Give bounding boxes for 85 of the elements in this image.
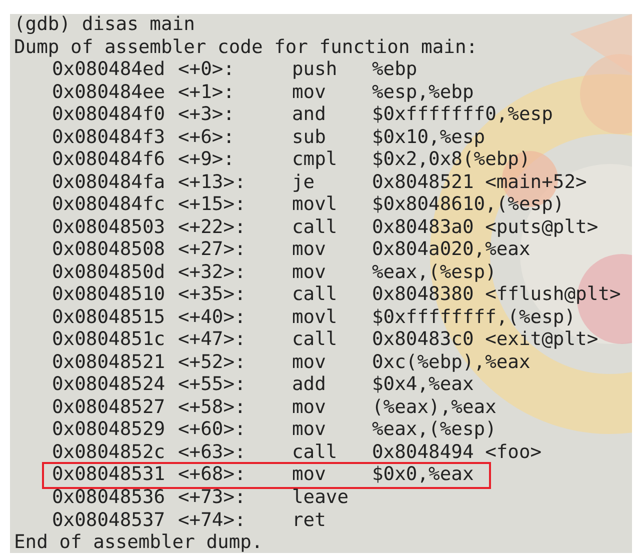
address: 0x08048510 <box>52 284 166 306</box>
header-line: Dump of assembler code for function main: <box>14 36 478 59</box>
operands: 0x8048380 <fflush@plt> <box>372 284 621 306</box>
offset: <+32>: <box>178 262 247 284</box>
operands: 0x804a020,%eax <box>372 239 530 262</box>
operands: $0x2,0x8(%ebp) <box>372 149 530 172</box>
address: 0x080484f3 <box>52 126 166 149</box>
mnemonic: mov <box>292 396 327 419</box>
offset: <+55>: <box>178 374 247 396</box>
address: 0x08048537 <box>52 510 166 532</box>
address: 0x08048515 <box>52 306 166 329</box>
address: 0x08048536 <box>52 487 166 510</box>
address: 0x0804851c <box>52 329 166 352</box>
mnemonic: mov <box>292 419 327 442</box>
address: 0x0804852c <box>52 442 166 464</box>
operands: %esp,%ebp <box>372 82 474 104</box>
offset: <+27>: <box>178 239 247 262</box>
mnemonic: and <box>292 104 327 126</box>
offset: <+52>: <box>178 352 247 374</box>
address: 0x08048527 <box>52 396 166 419</box>
mnemonic: je <box>292 172 316 194</box>
operands: $0xfffffff0,%esp <box>372 104 553 126</box>
address: 0x080484fc <box>52 194 166 216</box>
mnemonic: push <box>292 59 338 82</box>
operands: 0x80483a0 <puts@plt> <box>372 216 598 239</box>
offset: <+22>: <box>178 216 247 239</box>
offset: <+9>: <box>178 149 236 172</box>
footer-line: End of assembler dump. <box>14 532 263 554</box>
operands: 0x8048494 <foo> <box>372 442 542 464</box>
address: 0x080484ed <box>52 59 166 82</box>
address: 0x080484ee <box>52 82 166 104</box>
address: 0x08048524 <box>52 374 166 396</box>
address: 0x080484fa <box>52 172 166 194</box>
address: 0x080484f0 <box>52 104 166 126</box>
operands: 0x8048521 <main+52> <box>372 172 587 194</box>
offset: <+13>: <box>178 172 247 194</box>
offset: <+63>: <box>178 442 247 464</box>
mnemonic: call <box>292 216 338 239</box>
mnemonic: ret <box>292 510 327 532</box>
offset: <+73>: <box>178 487 247 510</box>
offset: <+40>: <box>178 306 247 329</box>
offset: <+3>: <box>178 104 236 126</box>
operands: %ebp <box>372 59 418 82</box>
address: 0x08048508 <box>52 239 166 262</box>
address: 0x08048521 <box>52 352 166 374</box>
address: 0x080484f6 <box>52 149 166 172</box>
offset: <+1>: <box>178 82 236 104</box>
operands: 0x80483c0 <exit@plt> <box>372 329 598 352</box>
operands: $0x4,%eax <box>372 374 474 396</box>
mnemonic: add <box>292 374 327 396</box>
offset: <+15>: <box>178 194 247 216</box>
operands: $0x8048610,(%esp) <box>372 194 564 216</box>
mnemonic: mov <box>292 262 327 284</box>
address: 0x0804850d <box>52 262 166 284</box>
mnemonic: movl <box>292 306 338 329</box>
operands: %eax,(%esp) <box>372 262 496 284</box>
offset: <+35>: <box>178 284 247 306</box>
mnemonic: leave <box>292 487 350 510</box>
mnemonic: mov <box>292 82 327 104</box>
address: 0x08048503 <box>52 216 166 239</box>
operands: $0x10,%esp <box>372 126 486 149</box>
operands: %eax,(%esp) <box>372 419 496 442</box>
offset: <+60>: <box>178 419 247 442</box>
mnemonic: mov <box>292 239 327 262</box>
offset: <+58>: <box>178 396 247 419</box>
mnemonic: mov <box>292 464 327 487</box>
mnemonic: cmpl <box>292 149 338 172</box>
mnemonic: call <box>292 329 338 352</box>
operands: 0xc(%ebp),%eax <box>372 352 530 374</box>
mnemonic: mov <box>292 352 327 374</box>
operands: (%eax),%eax <box>372 396 496 419</box>
offset: <+74>: <box>178 510 247 532</box>
offset: <+6>: <box>178 126 236 149</box>
mnemonic: call <box>292 284 338 306</box>
offset: <+47>: <box>178 329 247 352</box>
operands: $0x0,%eax <box>372 464 474 487</box>
offset: <+68>: <box>178 464 247 487</box>
mnemonic: movl <box>292 194 338 216</box>
address: 0x08048529 <box>52 419 166 442</box>
address: 0x08048531 <box>52 464 166 487</box>
mnemonic: sub <box>292 126 327 149</box>
operands: $0xffffffff,(%esp) <box>372 306 576 329</box>
command-line: (gdb) disas main <box>14 14 195 36</box>
offset: <+0>: <box>178 59 236 82</box>
mnemonic: call <box>292 442 338 464</box>
